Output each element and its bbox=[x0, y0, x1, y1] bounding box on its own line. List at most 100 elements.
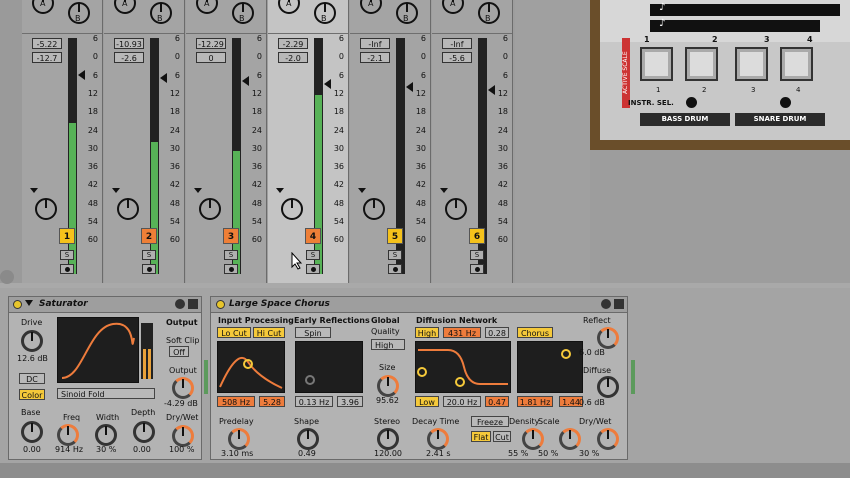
saturator-drywet-knob[interactable] bbox=[172, 425, 194, 447]
solo-button[interactable]: S bbox=[470, 250, 484, 260]
size-knob[interactable] bbox=[377, 375, 399, 397]
pan-knob[interactable] bbox=[445, 198, 467, 220]
track-activator-button[interactable]: 1 bbox=[59, 228, 75, 244]
dc-button[interactable]: DC bbox=[19, 373, 45, 384]
peak-level-display[interactable]: -2.29 bbox=[278, 38, 308, 49]
depth-knob[interactable] bbox=[133, 421, 155, 443]
high-q-box[interactable]: 0.28 bbox=[485, 327, 509, 338]
freq-knob[interactable] bbox=[57, 424, 79, 446]
track-activator-button[interactable]: 2 bbox=[141, 228, 157, 244]
early-reflections-display[interactable] bbox=[295, 341, 363, 393]
input-filter-display[interactable] bbox=[217, 341, 285, 393]
color-button[interactable]: Color bbox=[19, 389, 45, 400]
flat-button[interactable]: Flat bbox=[471, 431, 491, 442]
arm-button[interactable] bbox=[470, 264, 484, 274]
volume-fader-handle[interactable] bbox=[160, 73, 167, 83]
peak-level-display[interactable]: -5.22 bbox=[32, 38, 62, 49]
reverb-title-bar[interactable]: Large Space Chorus bbox=[211, 297, 627, 313]
solo-button[interactable]: S bbox=[388, 250, 402, 260]
volume-display[interactable]: -5.6 bbox=[442, 52, 472, 63]
density-knob[interactable] bbox=[522, 428, 544, 450]
pan-knob[interactable] bbox=[363, 198, 385, 220]
volume-display[interactable]: -2.0 bbox=[278, 52, 308, 63]
base-knob[interactable] bbox=[21, 421, 43, 443]
track-activator-button[interactable]: 3 bbox=[223, 228, 239, 244]
chorus-button[interactable]: Chorus bbox=[517, 327, 553, 338]
input-q-box[interactable]: 5.28 bbox=[259, 396, 285, 407]
soft-clip-toggle[interactable]: Off bbox=[169, 346, 189, 357]
pan-knob[interactable] bbox=[281, 198, 303, 220]
chorus-freq-box[interactable]: 1.81 Hz bbox=[517, 396, 553, 407]
drive-knob[interactable] bbox=[21, 330, 43, 352]
quality-select[interactable]: High bbox=[371, 339, 405, 350]
stereo-knob[interactable] bbox=[377, 428, 399, 450]
instr-sel-button[interactable] bbox=[780, 97, 791, 108]
volume-display[interactable]: -2.6 bbox=[114, 52, 144, 63]
width-knob[interactable] bbox=[95, 424, 117, 446]
peak-level-display[interactable]: -10.93 bbox=[114, 38, 144, 49]
peak-level-display[interactable]: -Inf bbox=[360, 38, 390, 49]
collapse-icon[interactable] bbox=[25, 300, 33, 306]
arm-button[interactable] bbox=[306, 264, 320, 274]
lo-cut-button[interactable]: Lo Cut bbox=[217, 327, 251, 338]
volume-fader-handle[interactable] bbox=[488, 85, 495, 95]
track-activator-button[interactable]: 4 bbox=[305, 228, 321, 244]
save-preset-icon[interactable] bbox=[614, 299, 624, 309]
pan-knob[interactable] bbox=[199, 198, 221, 220]
pad-2[interactable] bbox=[685, 47, 718, 81]
hotswap-icon[interactable] bbox=[601, 299, 611, 309]
volume-fader-handle[interactable] bbox=[78, 70, 85, 80]
input-freq-box[interactable]: 508 Hz bbox=[217, 396, 255, 407]
track-activator-button[interactable]: 5 bbox=[387, 228, 403, 244]
hi-cut-button[interactable]: Hi Cut bbox=[253, 327, 285, 338]
scale-knob[interactable] bbox=[559, 428, 581, 450]
arm-button[interactable] bbox=[60, 264, 74, 274]
volume-fader-handle[interactable] bbox=[242, 76, 249, 86]
solo-button[interactable]: S bbox=[306, 250, 320, 260]
diffusion-display[interactable] bbox=[415, 341, 511, 393]
cut-button[interactable]: Cut bbox=[493, 431, 511, 442]
diffuse-knob[interactable] bbox=[597, 376, 619, 398]
curve-select[interactable]: Sinoid Fold bbox=[57, 388, 155, 399]
high-shelf-button[interactable]: High bbox=[415, 327, 439, 338]
instr-sel-button[interactable] bbox=[686, 97, 697, 108]
pad-1[interactable] bbox=[640, 47, 673, 81]
volume-display[interactable]: 0 bbox=[196, 52, 226, 63]
saturator-title-bar[interactable]: Saturator bbox=[9, 297, 201, 313]
low-freq-box[interactable]: 20.0 Hz bbox=[443, 396, 481, 407]
shape-knob[interactable] bbox=[297, 428, 319, 450]
volume-display[interactable]: -12.7 bbox=[32, 52, 62, 63]
arm-button[interactable] bbox=[142, 264, 156, 274]
reverb-drywet-knob[interactable] bbox=[597, 428, 619, 450]
volume-fader-handle[interactable] bbox=[406, 82, 413, 92]
hotswap-icon[interactable] bbox=[175, 299, 185, 309]
reflect-knob[interactable] bbox=[597, 327, 619, 349]
arm-button[interactable] bbox=[388, 264, 402, 274]
er-freq-box[interactable]: 0.13 Hz bbox=[295, 396, 333, 407]
peak-level-display[interactable]: -Inf bbox=[442, 38, 472, 49]
power-icon[interactable] bbox=[13, 300, 22, 309]
peak-level-display[interactable]: -12.29 bbox=[196, 38, 226, 49]
pad-3[interactable] bbox=[735, 47, 768, 81]
pan-knob[interactable] bbox=[35, 198, 57, 220]
solo-button[interactable]: S bbox=[60, 250, 74, 260]
power-icon[interactable] bbox=[216, 300, 225, 309]
link-icon[interactable] bbox=[0, 270, 14, 284]
solo-button[interactable]: S bbox=[142, 250, 156, 260]
volume-fader-handle[interactable] bbox=[324, 79, 331, 89]
output-knob[interactable] bbox=[172, 377, 194, 399]
low-q-box[interactable]: 0.47 bbox=[485, 396, 509, 407]
predelay-knob[interactable] bbox=[228, 428, 250, 450]
er-amount-box[interactable]: 3.96 bbox=[337, 396, 363, 407]
freeze-button[interactable]: Freeze bbox=[471, 416, 509, 427]
low-shelf-button[interactable]: Low bbox=[415, 396, 439, 407]
chorus-display[interactable] bbox=[517, 341, 583, 393]
arm-button[interactable] bbox=[224, 264, 238, 274]
save-preset-icon[interactable] bbox=[188, 299, 198, 309]
solo-button[interactable]: S bbox=[224, 250, 238, 260]
high-freq-box[interactable]: 431 Hz bbox=[443, 327, 481, 338]
spin-button[interactable]: Spin bbox=[295, 327, 331, 338]
decay-knob[interactable] bbox=[427, 428, 449, 450]
pad-4[interactable] bbox=[780, 47, 813, 81]
volume-display[interactable]: -2.1 bbox=[360, 52, 390, 63]
